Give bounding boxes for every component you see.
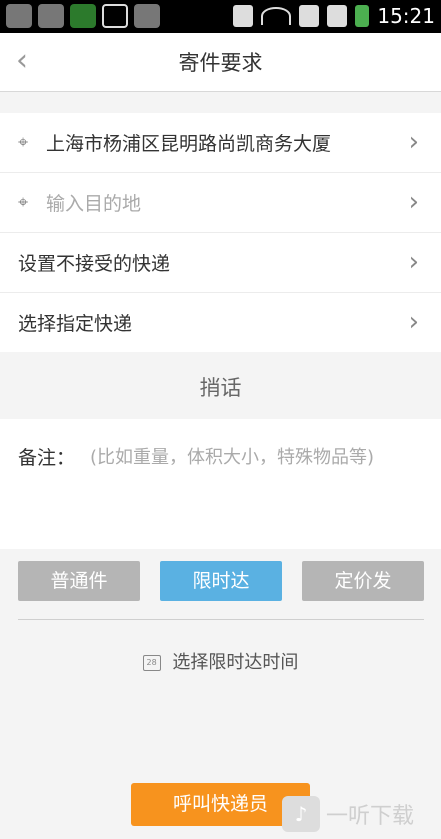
notes-label: 备注： — [18, 447, 76, 469]
chevron-right-icon: › — [408, 307, 419, 337]
vibrate-icon — [233, 5, 254, 27]
exclude-courier-label: 设置不接受的快递 — [18, 253, 171, 275]
chevron-right-icon: › — [408, 247, 419, 277]
address-list: ⌖ 上海市杨浦区昆明路尚凯商务大厦 › ⌖ 输入目的地 › 设置不接受的快递 ›… — [0, 113, 441, 352]
notification-icons — [6, 4, 160, 28]
battery-icon — [355, 5, 370, 27]
chevron-right-icon: › — [408, 127, 419, 157]
location-pin-icon: ⌖ — [18, 191, 29, 213]
security-icon — [70, 4, 96, 28]
tab-fixed-price[interactable]: 定价发 — [302, 561, 424, 601]
select-courier-label: 选择指定快递 — [18, 313, 133, 335]
system-icons: 15:21 — [233, 4, 435, 28]
watermark-logo-icon: ♪ — [282, 796, 320, 832]
header: ‹ 寄件要求 — [0, 33, 441, 92]
signal-icon-2 — [327, 5, 348, 27]
signal-icon — [299, 5, 320, 27]
notes-placeholder: (比如重量，体积大小，特殊物品等) — [90, 447, 375, 468]
divider — [18, 619, 424, 620]
destination-row[interactable]: ⌖ 输入目的地 › — [0, 173, 441, 233]
weather-icon — [102, 4, 128, 28]
status-bar: 15:21 — [0, 0, 441, 33]
android-icon — [134, 4, 160, 28]
notes-field[interactable]: 备注： (比如重量，体积大小，特殊物品等) — [0, 419, 441, 549]
delivery-type-tabs: 普通件 限时达 定价发 — [18, 561, 424, 603]
message-heading: 捎话 — [199, 376, 242, 400]
location-pin-icon: ⌖ — [18, 131, 29, 153]
time-select-label: 选择限时达时间 — [172, 652, 299, 673]
select-courier-row[interactable]: 选择指定快递 › — [0, 293, 441, 352]
time-select[interactable]: 28 选择限时达时间 — [0, 648, 441, 674]
tab-standard[interactable]: 普通件 — [18, 561, 140, 601]
exclude-courier-row[interactable]: 设置不接受的快递 › — [0, 233, 441, 293]
page-title: 寄件要求 — [178, 51, 263, 75]
tab-time-limited[interactable]: 限时达 — [160, 561, 282, 601]
calendar-icon: 28 — [142, 655, 161, 671]
watermark: ♪ 一听下载 — [282, 796, 414, 832]
gallery-icon — [6, 4, 32, 28]
destination-input[interactable]: 输入目的地 — [46, 189, 141, 216]
origin-address: 上海市杨浦区昆明路尚凯商务大厦 — [46, 133, 332, 155]
clock: 15:21 — [377, 4, 435, 28]
chevron-right-icon: › — [408, 187, 419, 217]
wifi-icon — [261, 7, 292, 25]
app-icon — [38, 4, 64, 28]
origin-row[interactable]: ⌖ 上海市杨浦区昆明路尚凯商务大厦 › — [0, 113, 441, 173]
watermark-text: 一听下载 — [326, 804, 415, 829]
